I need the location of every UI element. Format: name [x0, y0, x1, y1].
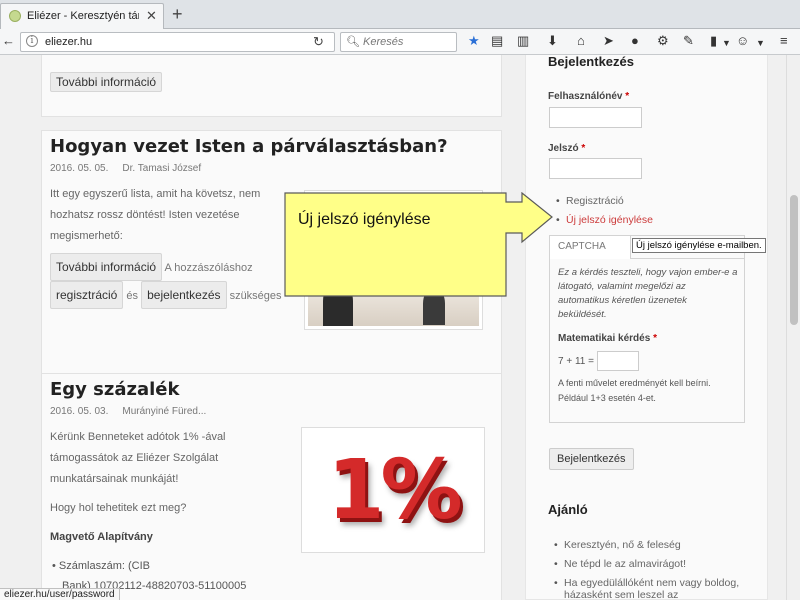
- post-excerpt: Itt egy egyszerű lista, amit ha követsz,…: [50, 188, 261, 242]
- post-card: Egy százalék 2016. 05. 03. Murányiné Füre…: [41, 373, 502, 600]
- nav-bar: ← i eliezer.hu ↻ 🔍︎ Keresés ★ ▤ ▥ ⬇ ⌂ ➤ …: [0, 29, 800, 55]
- chat-icon[interactable]: ●: [631, 33, 639, 49]
- callout-annotation: Új jelszó igénylése: [284, 192, 553, 297]
- new-tab-button[interactable]: +: [172, 3, 183, 25]
- post-links: További információ A hozzászóláshoz regi…: [50, 253, 290, 309]
- menu-icon[interactable]: ≡: [780, 33, 788, 49]
- post-excerpt: Kérünk Benneteket adótok 1% -ával támoga…: [50, 431, 226, 485]
- post-date: 2016. 05. 05.: [50, 163, 109, 174]
- profile-icon[interactable]: ☺: [736, 33, 749, 49]
- back-arrow-icon[interactable]: ←: [2, 33, 15, 49]
- post-title[interactable]: Egy százalék: [50, 379, 180, 400]
- address-bar[interactable]: i eliezer.hu ↻: [20, 32, 335, 52]
- password-field[interactable]: [549, 158, 642, 179]
- tab-strip: Eliézer - Keresztyén társker... ✕ +: [0, 0, 800, 29]
- dropdown-icon[interactable]: ▼: [756, 35, 765, 51]
- dropdown-icon[interactable]: ▼: [722, 35, 731, 51]
- post-card: További információ: [41, 55, 502, 117]
- post-question: Hogy hol tehetitek ezt meg?: [50, 502, 187, 514]
- one-percent-image[interactable]: 1%: [301, 427, 485, 553]
- login-link[interactable]: bejelentkezés: [141, 281, 227, 309]
- post-date: 2016. 05. 03.: [50, 406, 109, 417]
- math-question-label: Matematikai kérdés *: [558, 333, 657, 344]
- link-tooltip: Új jelszó igénylése e-mailben.: [632, 238, 766, 253]
- callout-shape: [284, 192, 553, 297]
- recommend-heading: Ajánló: [548, 502, 588, 517]
- search-icon: 🔍︎: [346, 36, 360, 48]
- captcha-tab[interactable]: CAPTCHA: [549, 235, 631, 259]
- send-icon[interactable]: ➤: [603, 33, 614, 49]
- username-field[interactable]: [549, 107, 642, 128]
- captcha-equation: 7 + 11 =: [558, 356, 594, 367]
- search-input[interactable]: 🔍︎ Keresés: [340, 32, 457, 52]
- recommend-item[interactable]: Keresztyén, nő & feleség: [554, 539, 739, 551]
- callout-text: Új jelszó igénylése: [298, 209, 431, 228]
- extension-icon[interactable]: ✎: [683, 33, 694, 49]
- close-tab-icon[interactable]: ✕: [146, 8, 157, 24]
- download-icon[interactable]: ⬇: [547, 33, 558, 49]
- bookmark-star-icon[interactable]: ★: [468, 33, 480, 49]
- site-info-icon[interactable]: i: [26, 35, 38, 47]
- new-password-link[interactable]: Új jelszó igénylése: [556, 214, 653, 226]
- scrollbar-thumb[interactable]: [790, 195, 798, 325]
- sidebar: Bejelentkezés Felhasználónév * Jelszó * …: [525, 55, 768, 600]
- search-placeholder: Keresés: [363, 36, 404, 48]
- reload-icon[interactable]: ↻: [313, 34, 324, 50]
- status-url: eliezer.hu/user/password: [0, 588, 120, 600]
- clipboard-icon[interactable]: ▮: [710, 33, 717, 49]
- captcha-box: CAPTCHA Ez a kérdés teszteli, hogy vajon…: [549, 235, 745, 423]
- login-heading: Bejelentkezés: [548, 55, 634, 69]
- library-icon[interactable]: ▥: [517, 33, 529, 49]
- site-favicon-icon: [9, 10, 21, 22]
- home-icon[interactable]: ⌂: [577, 33, 585, 49]
- register-link[interactable]: regisztráció: [50, 281, 124, 309]
- page-content: További információ Hogyan vezet Isten a …: [0, 55, 786, 600]
- recommend-item[interactable]: Ne tépd le az almavirágot!: [554, 558, 739, 570]
- password-label: Jelszó *: [548, 143, 586, 154]
- account-links: Regisztráció Új jelszó igénylése: [556, 195, 653, 233]
- browser-tab[interactable]: Eliézer - Keresztyén társker... ✕: [0, 3, 164, 29]
- captcha-hint: A fenti művelet eredményét kell beírni. …: [558, 378, 711, 403]
- register-link[interactable]: Regisztráció: [556, 195, 653, 207]
- scrollbar[interactable]: [786, 55, 800, 600]
- screenshot-icon[interactable]: ⚙: [657, 33, 669, 49]
- login-button[interactable]: Bejelentkezés: [549, 448, 634, 470]
- reading-list-icon[interactable]: ▤: [491, 33, 503, 49]
- post-meta: 2016. 05. 05. Dr. Tamasi József: [50, 163, 215, 174]
- post-author[interactable]: Murányiné Füred...: [122, 406, 206, 417]
- recommend-item[interactable]: Ha egyedülállóként nem vagy boldog,házas…: [554, 577, 739, 600]
- post-author[interactable]: Dr. Tamasi József: [122, 163, 201, 174]
- org-name: Magvető Alapítvány: [50, 531, 153, 543]
- recommend-list: Keresztyén, nő & feleség Ne tépd le az a…: [554, 539, 739, 600]
- more-info-button[interactable]: További információ: [50, 72, 163, 92]
- one-percent-graphic: 1%: [327, 442, 462, 538]
- post-meta: 2016. 05. 03. Murányiné Füred...: [50, 406, 220, 417]
- username-label: Felhasználónév *: [548, 91, 630, 102]
- post-title[interactable]: Hogyan vezet Isten a párválasztásban?: [50, 136, 448, 157]
- url-text[interactable]: eliezer.hu: [45, 36, 92, 48]
- more-info-button[interactable]: További információ: [50, 253, 163, 281]
- captcha-description: Ez a kérdés teszteli, hogy vajon ember-e…: [558, 267, 738, 320]
- tab-title: Eliézer - Keresztyén társker...: [27, 10, 139, 22]
- captcha-answer-field[interactable]: [597, 351, 639, 371]
